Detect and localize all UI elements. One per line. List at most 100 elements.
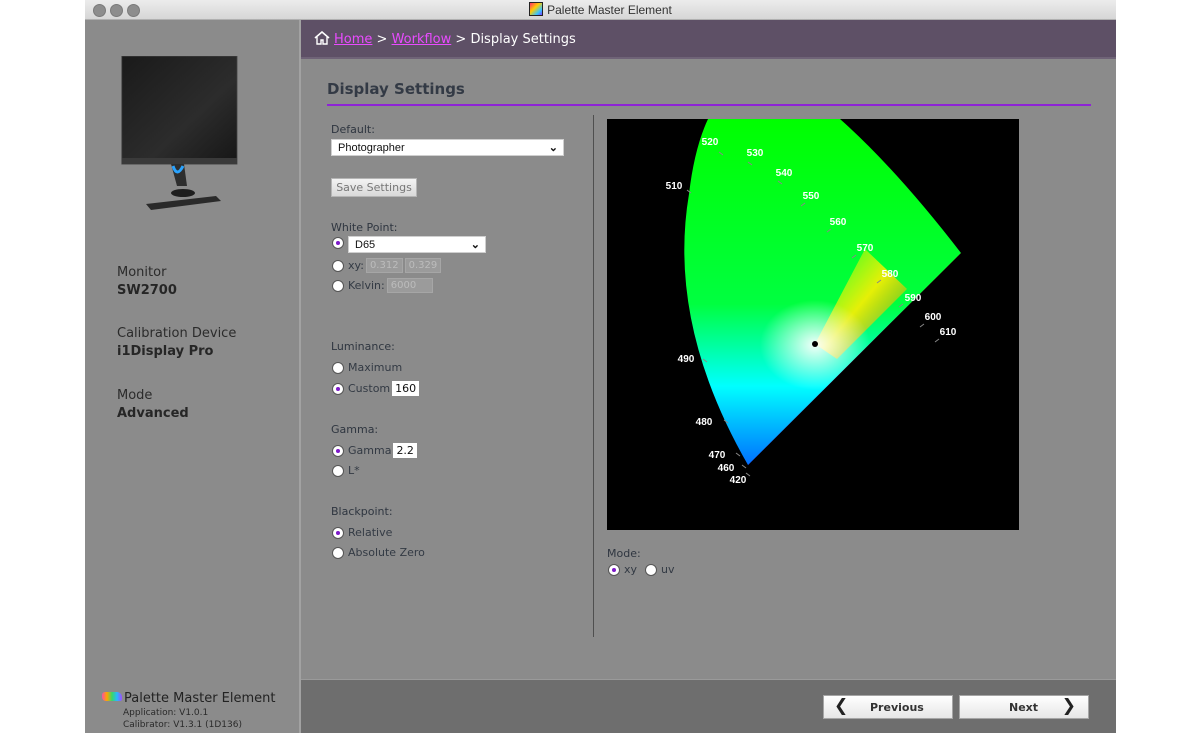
diagram-mode-label: Mode: [607,547,641,560]
title-divider [327,104,1091,106]
breadcrumb-home-link[interactable]: Home [334,32,372,47]
device-info: Calibration Device i1Display Pro [117,326,236,359]
luminance-maximum-radio[interactable] [332,361,344,374]
page-title: Display Settings [327,80,465,98]
sidebar: Monitor SW2700 Calibration Device i1Disp… [85,20,301,733]
next-button[interactable]: Next ❯ [959,695,1089,719]
blackpoint-label: Blackpoint: [331,505,393,518]
window-title-text: Palette Master Element [547,3,672,17]
wavelength-tick-460 [741,464,747,469]
chevron-left-icon: ❮ [834,696,849,716]
white-point-kelvin-option[interactable]: Kelvin: 6000 [332,278,433,293]
next-label: Next [1009,701,1039,714]
white-point-marker [812,341,818,347]
monitor-value: SW2700 [117,283,177,298]
cie-diagram-svg: 420460 470 480 490 510 520 530 540 550 560 570 580 5… [666,119,962,486]
save-settings-button[interactable]: Save Settings [331,178,417,197]
default-preset-select[interactable]: Photographer ⌄ [331,139,564,156]
blackpoint-absolute-option[interactable]: Absolute Zero [332,546,425,559]
gamma-option-label: Gamma [348,444,392,457]
white-point-x-field[interactable]: 0.312 [365,258,403,273]
diagram-mode-xy-option[interactable]: xy [608,563,637,576]
white-point-preset-option[interactable] [332,237,348,249]
white-point-label: White Point: [331,221,398,234]
white-point-select-value: D65 [355,239,376,251]
main-content: Display Settings Default: Photographer ⌄… [301,59,1116,679]
luminance-maximum-option[interactable]: Maximum [332,361,402,374]
wavelength-tick-610 [934,338,940,343]
gamma-lstar-label: L* [348,464,360,477]
xy-label: xy: [348,259,364,272]
wavelength-label-560: 560 [830,217,847,228]
blackpoint-relative-option[interactable]: Relative [332,526,392,539]
default-label: Default: [331,123,375,136]
kelvin-field[interactable]: 6000 [386,278,433,293]
device-label: Calibration Device [117,326,237,341]
breadcrumb-separator: > [451,32,471,47]
chevron-down-icon: ⌄ [548,142,558,154]
wavelength-label-610: 610 [940,327,957,338]
wavelength-label-420: 420 [730,475,747,486]
white-point-y-field[interactable]: 0.329 [404,258,442,273]
white-point-xy-radio[interactable] [332,259,344,272]
column-divider [593,115,594,637]
wavelength-label-470: 470 [709,450,726,461]
previous-button[interactable]: ❮ Previous [823,695,953,719]
luminance-custom-option[interactable]: Custom 160 [332,381,420,396]
breadcrumb-separator: > [372,32,392,47]
chromaticity-diagram: 420 460 470 480 490 510 520 530 540 550 560 570 580 5… [607,119,1019,530]
diagram-mode-xy-label: xy [624,563,638,576]
breadcrumb-current: Display Settings [470,32,576,47]
white-point-xy-option[interactable]: xy: 0.312 0.329 [332,258,442,273]
monitor-label: Monitor [117,265,167,280]
wavelength-label-600: 600 [925,312,942,323]
diagram-mode-uv-option[interactable]: uv [645,563,674,576]
gamma-lstar-option[interactable]: L* [332,464,360,477]
app-version: Application: V1.0.1 [123,708,209,718]
wavelength-label-460: 460 [718,463,735,474]
blackpoint-relative-label: Relative [348,526,393,539]
monitor-info: Monitor SW2700 [117,265,177,298]
chevron-down-icon: ⌄ [470,239,480,251]
default-preset-value: Photographer [338,142,405,154]
gamma-lstar-radio[interactable] [332,464,344,477]
blackpoint-absolute-label: Absolute Zero [348,546,425,559]
breadcrumb-workflow-link[interactable]: Workflow [392,32,452,47]
wavelength-label-590: 590 [905,293,922,304]
wavelength-label-550: 550 [803,191,820,202]
luminance-custom-radio[interactable] [332,382,344,395]
blackpoint-relative-radio[interactable] [332,526,344,539]
header-bar: Home > Workflow > Display Settings [301,20,1116,59]
breadcrumb: Home > Workflow > Display Settings [314,31,576,47]
white-point-select[interactable]: D65 ⌄ [348,236,486,253]
wavelength-tick-600 [919,323,925,328]
diagram-mode-xy-radio[interactable] [608,563,620,576]
gamma-value-option[interactable]: Gamma 2.2 [332,443,417,458]
home-icon[interactable] [314,31,330,45]
luminance-maximum-label: Maximum [348,361,403,374]
mode-value: Advanced [117,406,189,421]
app-icon [529,2,544,16]
wavelength-label-540: 540 [776,168,793,179]
white-point-kelvin-radio[interactable] [332,279,344,292]
wavelength-label-520: 520 [702,137,719,148]
diagram-mode-uv-radio[interactable] [645,563,657,576]
brand-block: Palette Master Element Application: V1.0… [102,687,276,730]
white-point-preset-radio[interactable] [332,237,344,249]
wavelength-label-510: 510 [666,181,683,192]
palette-logo-icon [102,692,122,701]
previous-label: Previous [870,701,924,714]
blackpoint-absolute-radio[interactable] [332,546,344,559]
luminance-custom-field[interactable]: 160 [392,381,420,396]
gamma-value-field[interactable]: 2.2 [393,443,417,458]
wavelength-label-570: 570 [857,243,874,254]
wavelength-label-480: 480 [696,417,713,428]
brand-name: Palette Master Element [124,691,276,706]
window-title: Palette Master Element [85,2,1116,17]
gamma-value-radio[interactable] [332,444,344,457]
mode-info: Mode Advanced [117,388,189,421]
wavelength-label-530: 530 [747,148,764,159]
mode-label: Mode [117,388,153,403]
footer-bar: ❮ Previous Next ❯ [301,679,1116,733]
diagram-mode-uv-label: uv [661,563,675,576]
